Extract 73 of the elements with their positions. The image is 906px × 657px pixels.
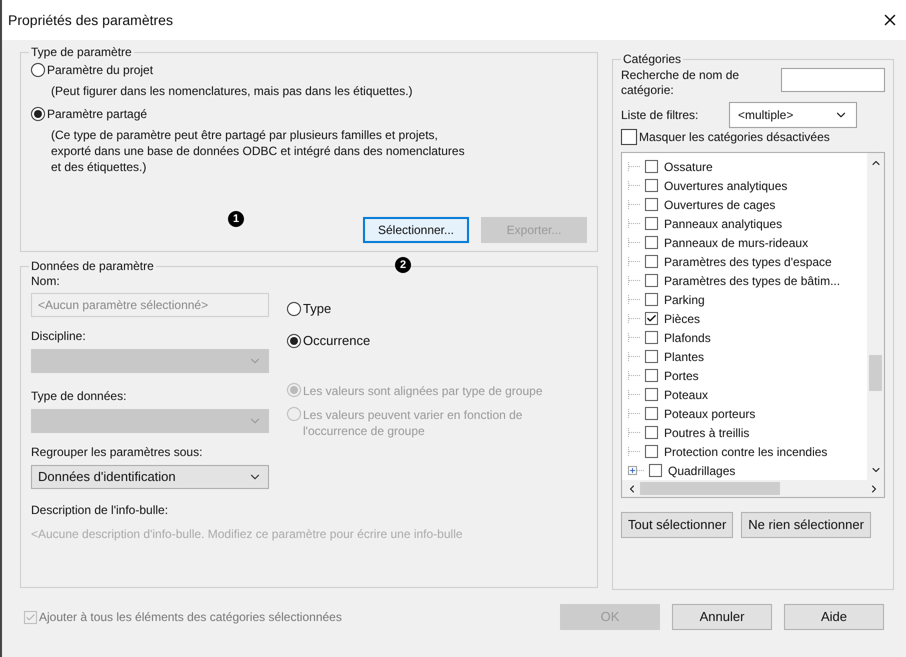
checkbox[interactable] bbox=[645, 274, 658, 287]
category-item[interactable]: Plafonds bbox=[664, 328, 711, 346]
checkbox[interactable] bbox=[645, 312, 658, 325]
dialog-button[interactable]: Annuler bbox=[672, 604, 772, 630]
checkbox[interactable] bbox=[645, 179, 658, 192]
category-item[interactable]: Paramètres des types de bâtim... bbox=[664, 272, 840, 290]
category-item[interactable]: Poutres à treillis bbox=[664, 424, 750, 442]
radio-button[interactable] bbox=[31, 107, 45, 121]
group-title: Données de paramètre bbox=[29, 259, 156, 273]
tooltip-description: <Aucune description d'info-bulle. Modifiez ce paramètre pour écrire une info-bulle bbox=[31, 526, 464, 543]
window-title: Propriétés des paramètres bbox=[8, 10, 173, 30]
search-field[interactable] bbox=[781, 68, 885, 92]
checkbox[interactable] bbox=[645, 426, 658, 439]
checkbox[interactable] bbox=[645, 160, 658, 173]
checkbox[interactable] bbox=[645, 369, 658, 382]
dialog-button[interactable]: Aide bbox=[784, 604, 884, 630]
dialog-button[interactable]: Tout sélectionner bbox=[621, 512, 734, 538]
radio-label[interactable]: Paramètre du projet bbox=[47, 61, 154, 79]
callout-badge: 1 bbox=[228, 211, 244, 227]
category-item[interactable]: Poteaux porteurs bbox=[664, 404, 756, 422]
checkbox[interactable] bbox=[645, 445, 658, 458]
category-item[interactable]: Pièces bbox=[664, 310, 700, 328]
checkbox[interactable] bbox=[645, 255, 658, 268]
scroll-thumb[interactable] bbox=[640, 482, 780, 495]
radio-button[interactable] bbox=[287, 302, 301, 316]
field-label: Liste de filtres: bbox=[621, 107, 700, 124]
radio-button[interactable] bbox=[287, 334, 301, 348]
vertical-scrollbar[interactable] bbox=[867, 153, 884, 480]
checkbox[interactable] bbox=[645, 293, 658, 306]
field-label: Nom: bbox=[31, 273, 61, 289]
expand-icon[interactable] bbox=[628, 466, 645, 475]
radio-label[interactable]: Type bbox=[303, 299, 332, 319]
category-item[interactable]: Panneaux analytiques bbox=[664, 214, 782, 232]
checkbox[interactable] bbox=[645, 388, 658, 401]
category-item[interactable]: Portes bbox=[664, 366, 699, 384]
radio-button[interactable] bbox=[31, 63, 45, 77]
field-label: Type de données: bbox=[31, 388, 128, 405]
field-label: Discipline: bbox=[31, 328, 87, 345]
option-description: (Ce type de paramètre peut être partagé par plusieurs familles et projets, exporté dans une base de données ODBC et intégré dans des nomenclatures et des étiquettes.) bbox=[51, 127, 466, 175]
checkbox[interactable] bbox=[645, 198, 658, 211]
category-item[interactable]: Plantes bbox=[664, 348, 704, 366]
category-item[interactable]: Panneaux de murs-rideaux bbox=[664, 234, 808, 252]
category-item[interactable]: Paramètres des types d'espace bbox=[664, 252, 832, 270]
scroll-thumb[interactable] bbox=[869, 355, 882, 391]
category-item[interactable]: Quadrillages bbox=[668, 462, 736, 480]
field-label: Recherche de nom de catégorie: bbox=[621, 68, 740, 98]
group-dropdown[interactable]: Données d'identification bbox=[31, 465, 269, 489]
dialog-button[interactable]: Sélectionner... bbox=[363, 217, 469, 243]
category-item[interactable]: Ouvertures analytiques bbox=[664, 176, 788, 194]
category-item[interactable]: Protection contre les incendies bbox=[664, 442, 828, 460]
filter-dropdown[interactable]: <multiple> bbox=[729, 102, 857, 128]
checkbox[interactable] bbox=[645, 331, 658, 344]
field-label: Regrouper les paramètres sous: bbox=[31, 444, 204, 461]
dialog-button[interactable]: Ne rien sélectionner bbox=[741, 512, 871, 538]
callout-badge: 2 bbox=[395, 257, 411, 273]
checkbox[interactable] bbox=[645, 217, 658, 230]
radio-label[interactable]: Paramètre partagé bbox=[47, 105, 148, 123]
category-item[interactable]: Ossature bbox=[664, 158, 713, 176]
field-label: Description de l'info-bulle: bbox=[31, 502, 170, 519]
checkbox[interactable] bbox=[645, 236, 658, 249]
checkbox-label[interactable]: Masquer les catégories désactivées bbox=[639, 128, 830, 146]
option-description: (Peut figurer dans les nomenclatures, mais pas dans les étiquettes.) bbox=[51, 83, 414, 99]
checkbox[interactable] bbox=[621, 129, 637, 145]
checkbox[interactable] bbox=[645, 407, 658, 420]
group-title: Catégories bbox=[622, 51, 682, 68]
horizontal-scrollbar[interactable] bbox=[622, 480, 884, 497]
checkbox[interactable] bbox=[645, 350, 658, 363]
category-item[interactable]: Parking bbox=[664, 290, 705, 308]
checkbox[interactable] bbox=[649, 464, 662, 477]
category-item[interactable]: Ouvertures de cages bbox=[664, 196, 776, 214]
category-item[interactable]: Poteaux bbox=[664, 386, 708, 404]
radio-label[interactable]: Occurrence bbox=[303, 331, 370, 351]
group-title: Type de paramètre bbox=[29, 45, 134, 59]
